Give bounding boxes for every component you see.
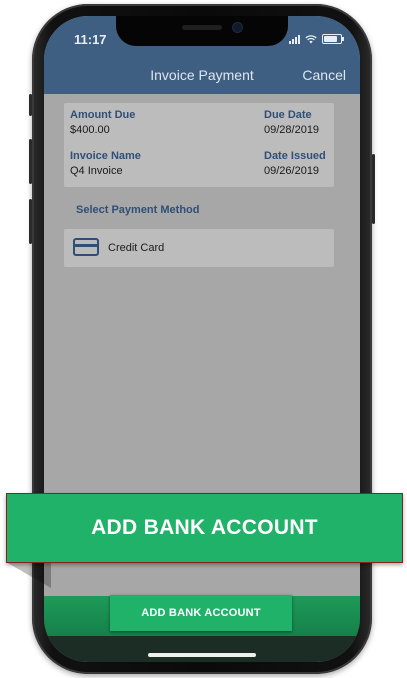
battery-icon <box>322 34 344 44</box>
due-date-label: Due Date <box>264 109 312 121</box>
phone-frame: 11:17 Invoice Payment Cancel Amount Due … <box>29 4 375 674</box>
credit-card-icon <box>73 238 99 256</box>
speaker <box>182 25 222 30</box>
status-icons <box>289 34 344 44</box>
amount-due-value: $400.00 <box>70 124 110 136</box>
volume-down-button <box>29 199 32 244</box>
invoice-summary-card: Amount Due $400.00 Due Date 09/28/2019 I… <box>64 103 334 187</box>
power-button <box>372 154 375 224</box>
add-bank-account-button[interactable]: ADD BANK ACCOUNT <box>110 595 292 631</box>
wifi-icon <box>305 34 317 43</box>
due-date-value: 09/28/2019 <box>264 124 320 136</box>
date-issued-label: Date Issued <box>264 150 326 162</box>
callout-shadow-left <box>6 562 51 588</box>
notch <box>116 16 288 46</box>
date-issued-value: 09/26/2019 <box>264 165 320 177</box>
silent-switch <box>29 94 32 116</box>
nav-header: 11:17 Invoice Payment Cancel <box>44 16 360 94</box>
signal-icon <box>289 34 300 44</box>
volume-up-button <box>29 139 32 184</box>
home-indicator[interactable] <box>148 653 256 657</box>
add-bank-account-callout[interactable]: ADD BANK ACCOUNT <box>6 493 403 563</box>
payment-method-label: Credit Card <box>108 242 165 254</box>
cancel-button[interactable]: Cancel <box>302 67 346 83</box>
payment-method-credit-card[interactable]: Credit Card <box>64 229 334 267</box>
phone-screen: 11:17 Invoice Payment Cancel Amount Due … <box>44 16 360 662</box>
invoice-name-label: Invoice Name <box>70 150 141 162</box>
front-camera <box>233 23 242 32</box>
payment-method-heading: Select Payment Method <box>76 204 200 216</box>
invoice-name-value: Q4 Invoice <box>70 165 123 177</box>
status-time: 11:17 <box>74 32 107 47</box>
amount-due-label: Amount Due <box>70 109 136 121</box>
